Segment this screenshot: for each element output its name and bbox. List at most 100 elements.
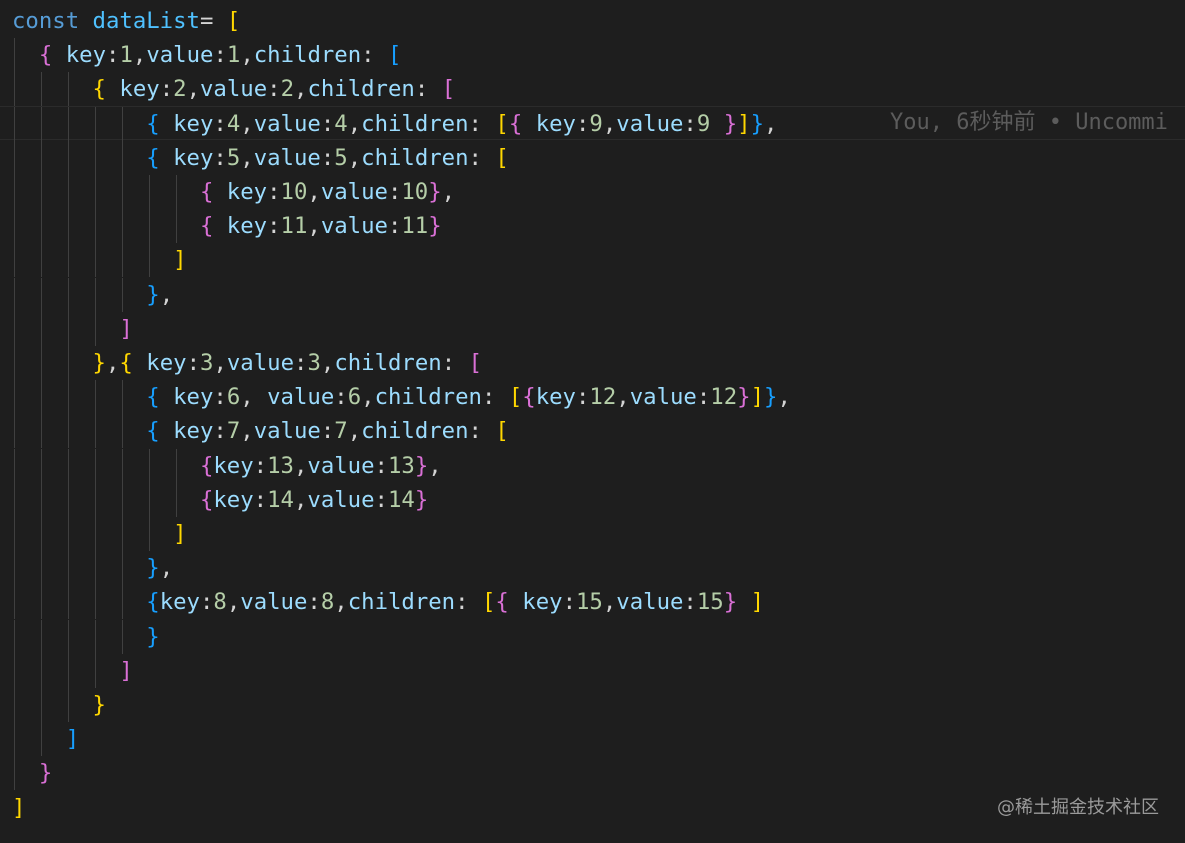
code-editor[interactable]: const dataList= [ { key:1,value:1,childr…	[0, 0, 1185, 843]
indent-guide	[14, 346, 15, 380]
code-token: }	[146, 624, 160, 650]
code-token: 11	[401, 213, 429, 239]
indent-guide	[14, 141, 15, 175]
code-token: ]	[119, 316, 133, 342]
code-token: children	[374, 384, 482, 410]
indent-guide	[95, 141, 96, 175]
code-token: }	[428, 179, 442, 205]
code-token: :	[213, 384, 227, 410]
code-line-17: },	[12, 551, 173, 585]
indent-guide	[14, 654, 15, 688]
code-token: key	[159, 145, 214, 171]
indent-guide	[41, 175, 42, 209]
code-token: ,	[186, 76, 200, 102]
code-line-5: { key:5,value:5,children: [	[12, 141, 509, 175]
code-token: 13	[267, 453, 294, 479]
indent-guide	[95, 243, 96, 277]
indent-guide	[14, 585, 15, 619]
indent-guide	[122, 551, 123, 585]
code-token: [	[441, 76, 456, 102]
code-token: ,	[240, 384, 268, 410]
code-token: ,	[240, 42, 254, 68]
code-token: ,	[320, 350, 335, 376]
code-token: 9	[589, 111, 603, 137]
code-token: }	[428, 213, 442, 239]
indent-guide	[68, 141, 69, 175]
code-token: key	[159, 418, 214, 444]
code-token: key	[522, 111, 576, 137]
indent-guide	[14, 312, 15, 346]
indent-guide	[95, 517, 96, 551]
code-token: 8	[320, 589, 335, 615]
code-token: value	[253, 111, 321, 137]
code-token: }	[146, 282, 160, 308]
code-token: :	[683, 589, 697, 615]
indent-guide	[68, 620, 69, 654]
code-token: 7	[226, 418, 241, 444]
indent-guide	[95, 449, 96, 483]
indent-guide	[68, 278, 69, 312]
code-token: ,	[616, 384, 630, 410]
code-line-6: { key:10,value:10},	[12, 175, 455, 209]
code-token: 12	[589, 384, 617, 410]
code-token: [	[495, 418, 509, 444]
code-token: :	[374, 487, 388, 513]
code-line-10: ]	[12, 312, 133, 346]
indent-guide	[68, 312, 69, 346]
code-token: :	[106, 42, 120, 68]
indent-guide	[122, 380, 123, 414]
indent-guide	[41, 243, 42, 277]
code-token: :	[361, 42, 389, 68]
indent-guide	[149, 175, 150, 209]
indent-guide	[68, 209, 69, 243]
code-token: value	[307, 453, 375, 479]
code-token: :	[562, 589, 576, 615]
code-token: key	[508, 589, 563, 615]
indent-guide	[122, 175, 123, 209]
code-token: ,	[602, 589, 617, 615]
indent-guide	[95, 107, 96, 141]
code-token: key	[159, 111, 214, 137]
code-token: dataList	[92, 8, 200, 34]
code-token: ]	[750, 589, 765, 615]
indent-guide	[14, 449, 15, 483]
code-token: :	[199, 589, 214, 615]
code-token: 7	[334, 418, 348, 444]
indent-guide	[68, 654, 69, 688]
code-token: key	[213, 213, 268, 239]
indent-guide	[122, 414, 123, 448]
code-token: :	[441, 350, 469, 376]
code-token: children	[334, 350, 442, 376]
code-line-12: { key:6, value:6,children: [{key:12,valu…	[12, 380, 791, 414]
code-token: {	[119, 350, 133, 376]
code-token: :	[455, 589, 482, 615]
code-token: :	[253, 453, 268, 479]
code-line-14: {key:13,value:13},	[12, 449, 442, 483]
code-token: 6	[226, 384, 241, 410]
indent-guide	[41, 517, 42, 551]
code-token: 8	[213, 589, 227, 615]
code-token: [	[388, 42, 402, 68]
watermark: @稀土掘金技术社区	[997, 797, 1159, 818]
code-line-4: { key:4,value:4,children: [{ key:9,value…	[12, 107, 777, 141]
code-token: 2	[173, 76, 187, 102]
code-token: :	[294, 350, 308, 376]
code-token: 10	[401, 179, 429, 205]
code-token: key	[132, 350, 187, 376]
indent-guide	[68, 483, 69, 517]
indent-guide	[41, 380, 42, 414]
indent-guide	[14, 278, 15, 312]
indent-guide	[41, 688, 42, 722]
code-line-9: },	[12, 278, 173, 312]
code-token: 3	[200, 350, 214, 376]
code-token: :	[468, 418, 496, 444]
code-token: {	[199, 213, 214, 239]
indent-guide	[122, 620, 123, 654]
code-token: key	[535, 384, 576, 410]
code-line-24: ]	[12, 791, 25, 825]
code-line-19: }	[12, 620, 160, 654]
